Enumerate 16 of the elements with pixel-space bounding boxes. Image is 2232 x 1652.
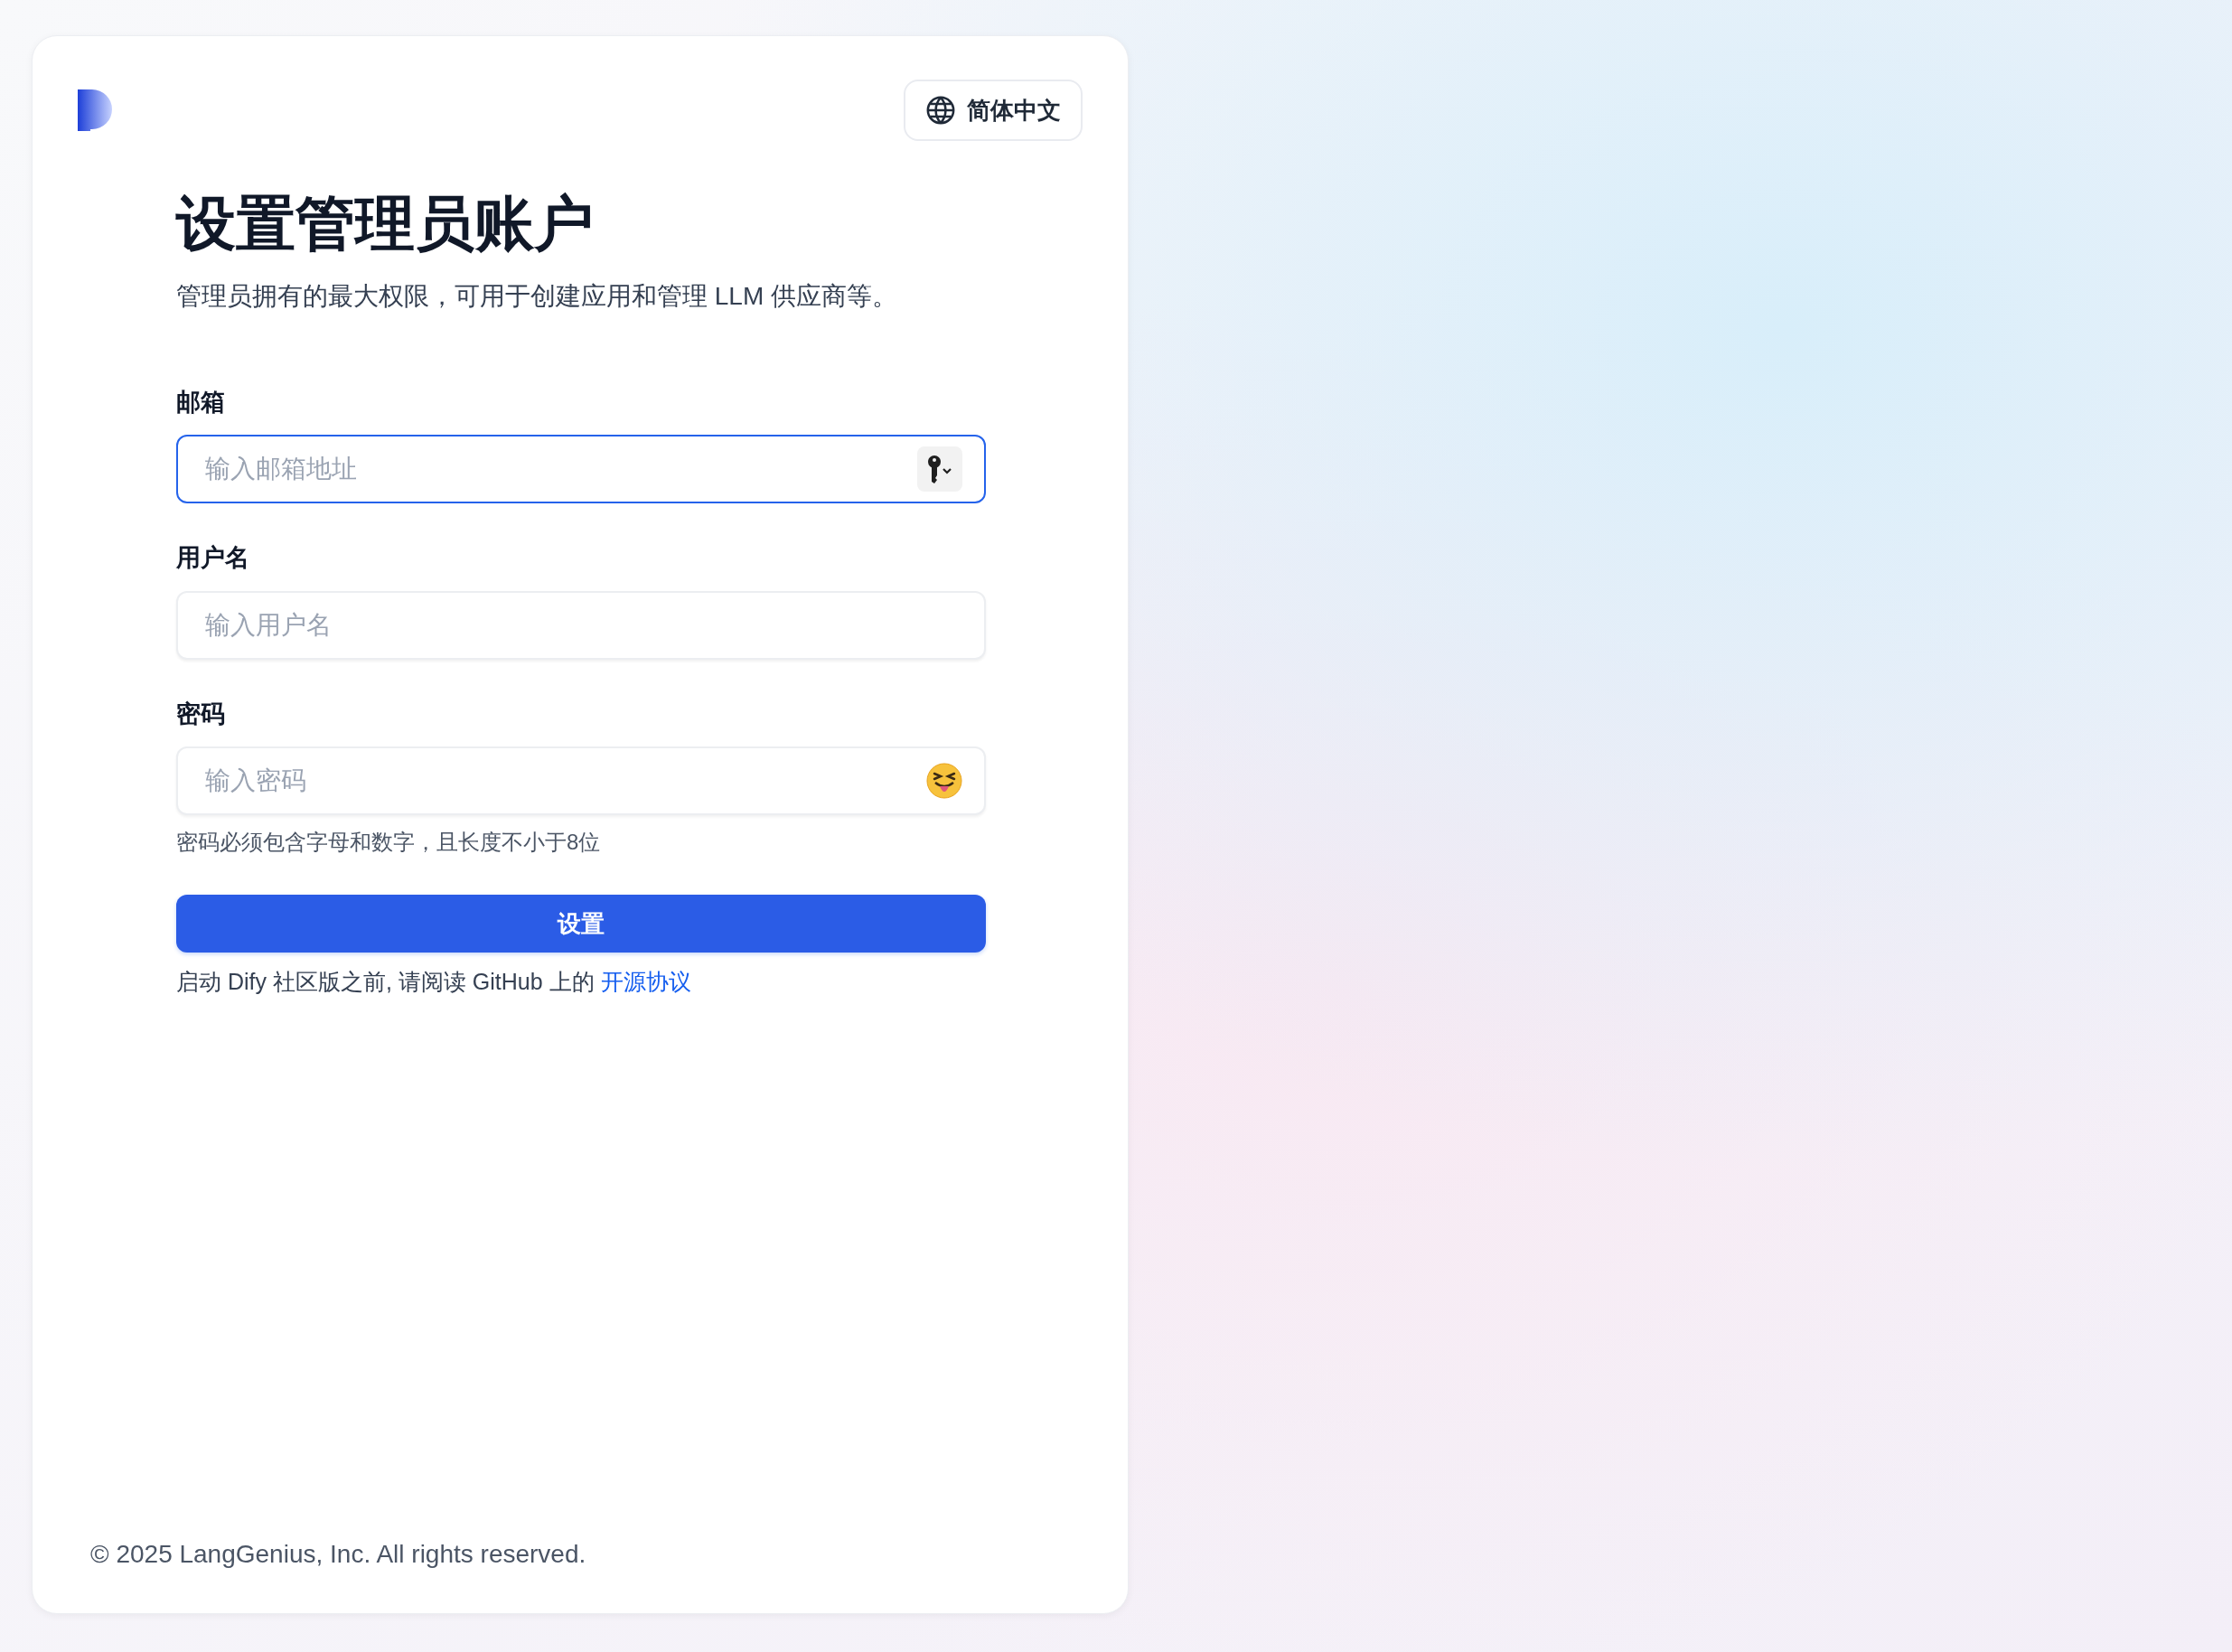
password-manager-icon[interactable] <box>917 446 962 492</box>
logo-icon <box>78 89 112 131</box>
password-hint: 密码必须包含字母和数字，且长度不小于8位 <box>176 829 602 856</box>
tongue-face-icon[interactable] <box>926 763 962 799</box>
copyright-text: © 2025 LangGenius, Inc. All rights reserved. <box>90 1539 587 1570</box>
field-label: 用户名 <box>176 543 250 573</box>
field-label: 密码 <box>176 699 226 729</box>
input-field[interactable]: 输入邮箱地址 <box>176 435 986 503</box>
page-title: 设置管理员账户 <box>176 189 595 258</box>
field-label: 邮箱 <box>176 387 226 418</box>
submit-button[interactable]: 设置 <box>176 895 986 953</box>
globe-icon <box>925 95 956 126</box>
page-subtitle: 管理员拥有的最大权限，可用于创建应用和管理 LLM 供应商等。 <box>176 280 899 312</box>
language-button[interactable]: 简体中文 <box>904 80 1083 141</box>
license-link[interactable]: 开源协议 <box>600 969 691 994</box>
license-notice: 启动 Dify 社区版之前, 请阅读 GitHub 上的 开源协议 <box>176 968 692 996</box>
